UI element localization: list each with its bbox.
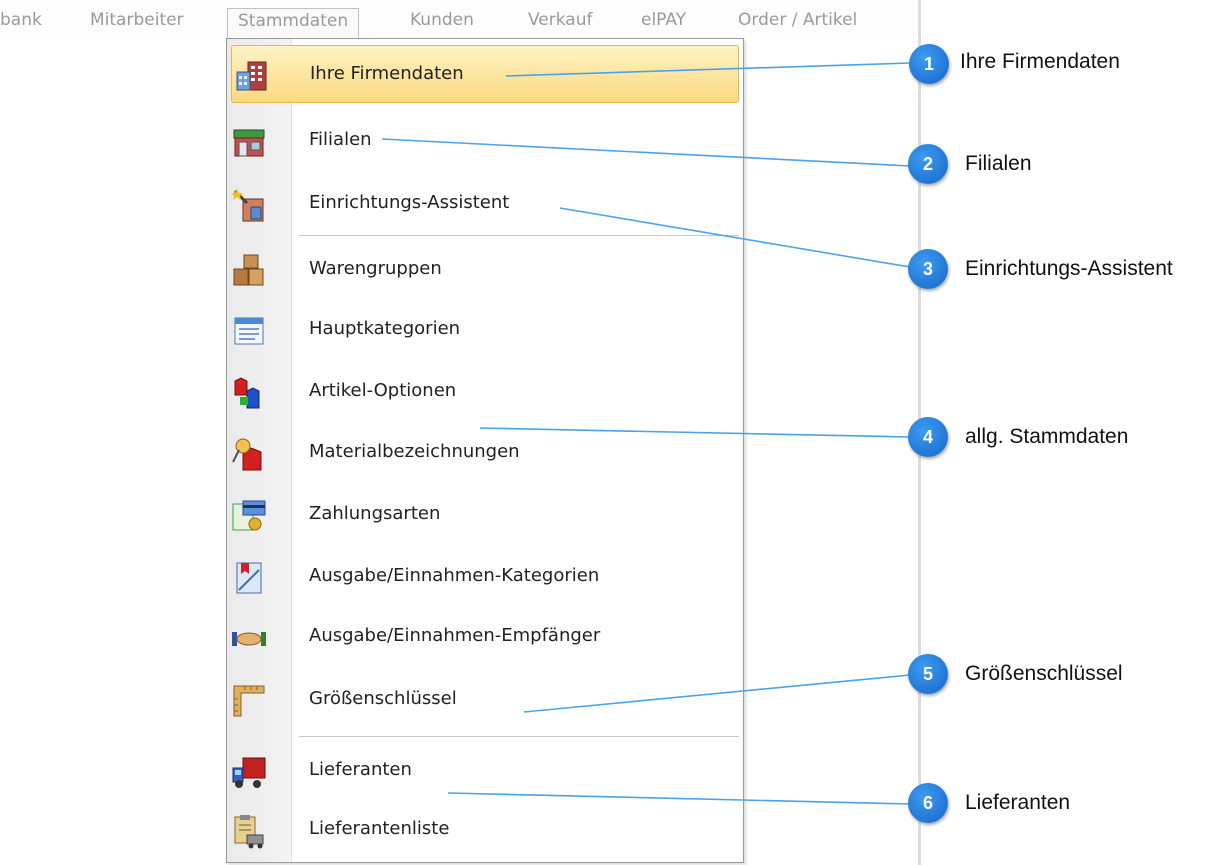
callout-label-3: Einrichtungs-Assistent (965, 257, 1173, 280)
leader-line-4 (479, 427, 911, 438)
leader-line-6 (447, 792, 911, 805)
callout-label-1: Ihre Firmendaten (960, 50, 1120, 73)
callout-badge-4: 4 (908, 417, 948, 457)
leader-line-2 (381, 138, 911, 167)
callout-badge-1: 1 (909, 44, 949, 84)
leader-line-5 (523, 674, 911, 713)
leader-line-1 (505, 62, 911, 77)
callout-badge-6: 6 (908, 783, 948, 823)
callout-label-6: Lieferanten (965, 791, 1071, 814)
callout-label-4: allg. Stammdaten (965, 425, 1129, 448)
callout-badge-3: 3 (908, 249, 948, 289)
callout-badge-5: 5 (908, 654, 948, 694)
callout-label-5: Größenschlüssel (965, 662, 1123, 685)
callout-label-2: Filialen (965, 152, 1032, 175)
callout-badge-2: 2 (908, 144, 948, 184)
leader-line-3 (559, 207, 911, 268)
